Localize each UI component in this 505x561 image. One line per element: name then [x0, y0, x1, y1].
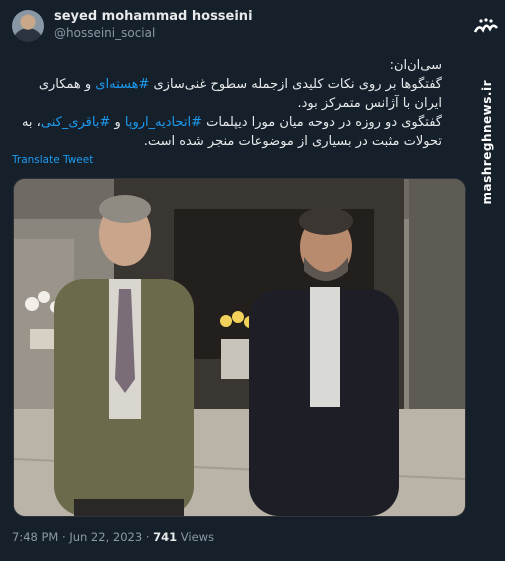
watermark-site: mashreghnews.ir: [480, 80, 494, 205]
tweet-line: گفتگوی دو روزه در دوحه میان مورا دیپلمات…: [2, 113, 442, 132]
photo-illustration: [14, 179, 465, 516]
views-label: Views: [180, 530, 215, 544]
text-segment: و همکاری: [38, 77, 96, 92]
user-handle[interactable]: @hosseini_social: [54, 26, 155, 40]
translate-tweet-link[interactable]: Translate Tweet: [12, 154, 93, 166]
tweet: seyed mohammad hosseini @hosseini_social…: [0, 0, 470, 561]
tweet-text: سی‌ان‌ان: گفتگوها بر روی نکات کلیدی ازجم…: [2, 56, 442, 151]
hashtag-eu[interactable]: #اتحادیه_اروپا: [125, 115, 202, 130]
text-segment: ، به: [21, 115, 41, 130]
tweet-line: تحولات مثبت در بسیاری از موضوعات منجر شد…: [143, 134, 442, 149]
display-name[interactable]: seyed mohammad hosseini: [54, 9, 253, 24]
avatar[interactable]: [12, 10, 44, 42]
meta-separator: ·: [62, 530, 66, 544]
text-segment: و: [110, 115, 125, 130]
tweet-date[interactable]: Jun 22, 2023: [69, 530, 142, 544]
meta-separator: ·: [145, 530, 150, 544]
watermark-logo: [473, 16, 499, 38]
tweet-time[interactable]: 7:48 PM: [12, 530, 58, 544]
tweet-line: گفتگوها بر روی نکات کلیدی ازجمله سطوح غن…: [2, 75, 442, 94]
hashtag-nuclear[interactable]: #هسته‌ای: [95, 77, 149, 92]
hashtag-bagheri-kani[interactable]: #باقری_کنی: [41, 115, 110, 130]
tweet-photo[interactable]: [13, 178, 466, 517]
watermark-strip: mashreghnews.ir: [469, 0, 505, 561]
tweet-line: سی‌ان‌ان:: [389, 58, 442, 73]
text-segment: گفتگوی دو روزه در دوحه میان مورا دیپلمات: [202, 115, 442, 130]
views-count: 741: [153, 530, 178, 544]
tweet-line: ایران با آژانس متمرکز بود.: [297, 96, 442, 111]
tweet-meta: 7:48 PM · Jun 22, 2023 · 741 Views: [12, 530, 214, 544]
mashregh-logo-icon: [473, 18, 498, 33]
text-segment: گفتگوها بر روی نکات کلیدی ازجمله سطوح غن…: [149, 77, 442, 92]
